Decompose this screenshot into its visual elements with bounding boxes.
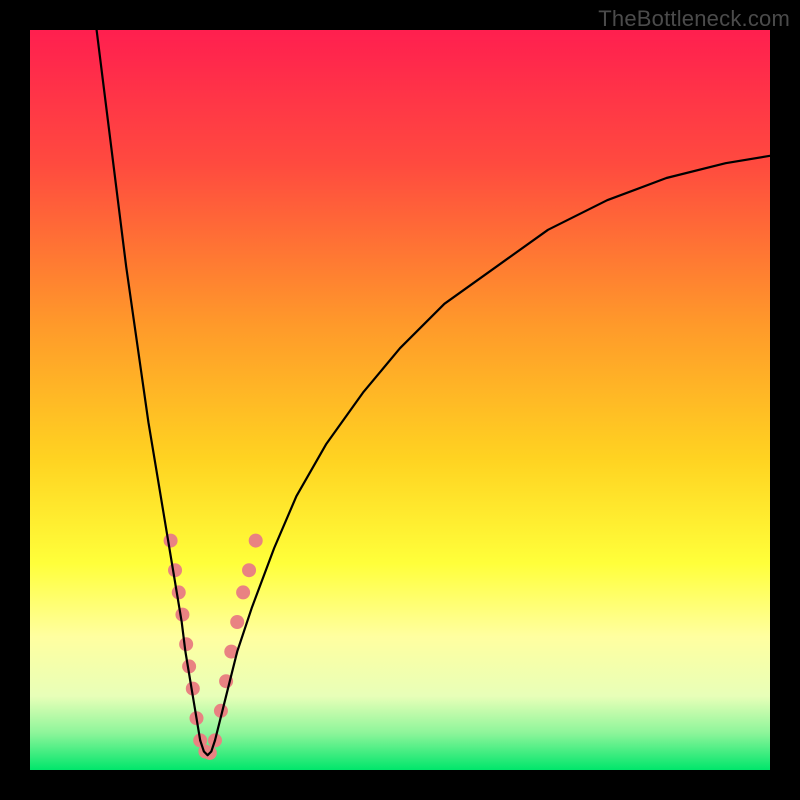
curve-layer [30, 30, 770, 770]
marker-dot [164, 534, 178, 548]
series-left-branch [97, 30, 201, 740]
marker-dot [168, 563, 182, 577]
series-right-branch [215, 156, 770, 741]
marker-dot [249, 534, 263, 548]
marker-dot [172, 585, 186, 599]
marker-dot [242, 563, 256, 577]
highlight-dots [164, 534, 263, 760]
marker-dot [236, 585, 250, 599]
marker-dot [230, 615, 244, 629]
series-lines [97, 30, 770, 755]
watermark-text: TheBottleneck.com [598, 6, 790, 32]
plot-area [30, 30, 770, 770]
chart-frame: TheBottleneck.com [0, 0, 800, 800]
marker-dot [175, 608, 189, 622]
